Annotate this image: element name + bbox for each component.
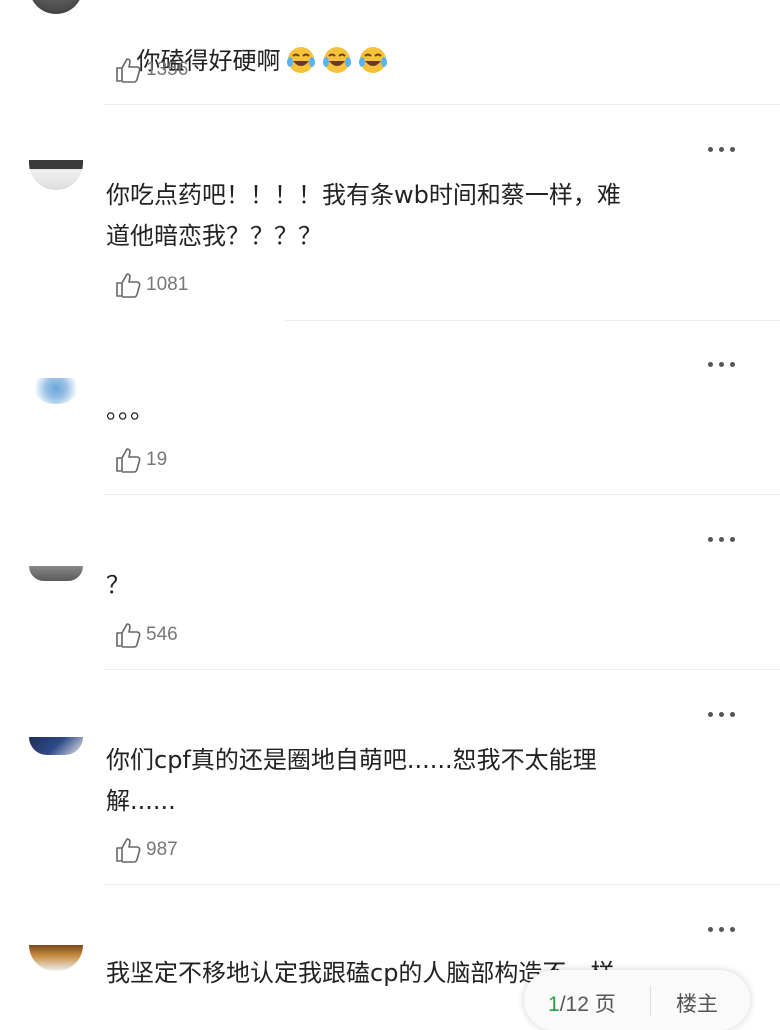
- like-button[interactable]: 19: [114, 445, 167, 475]
- like-count: 546: [146, 624, 178, 645]
- like-count: 987: [146, 839, 178, 860]
- divider: [104, 104, 780, 105]
- more-options-icon[interactable]: [708, 360, 740, 370]
- original-poster-filter-button[interactable]: 楼主: [676, 988, 718, 1018]
- divider: [104, 884, 780, 885]
- divider: [650, 986, 651, 1016]
- thumbs-up-icon: [116, 838, 141, 863]
- avatar[interactable]: [29, 378, 83, 404]
- divider: [104, 669, 780, 670]
- like-count: 1081: [146, 274, 189, 295]
- thumbs-up-icon: [116, 623, 141, 648]
- thumbs-up-icon: [116, 58, 141, 83]
- more-options-icon[interactable]: [708, 535, 740, 545]
- avatar[interactable]: [29, 945, 83, 971]
- comment-text: ？: [106, 571, 130, 599]
- laughing-tears-emoji-icon: [286, 47, 315, 73]
- more-options-icon[interactable]: [708, 925, 740, 935]
- laughing-tears-emoji-icon: [322, 47, 351, 73]
- comment-text: 你们cpf真的还是圈地自萌吧......恕我不太能理 解......: [106, 746, 597, 815]
- divider: [104, 494, 780, 495]
- comment-text: 。。。: [106, 396, 154, 424]
- divider: [285, 320, 780, 321]
- page-indicator[interactable]: 1/12 页: [548, 988, 616, 1018]
- like-button[interactable]: 1081: [114, 270, 188, 300]
- laughing-tears-emoji-icon: [358, 47, 387, 73]
- like-button[interactable]: 1356: [114, 55, 188, 85]
- more-options-icon[interactable]: [708, 710, 740, 720]
- like-count: 1356: [146, 59, 189, 80]
- more-options-icon[interactable]: [708, 145, 740, 155]
- avatar[interactable]: [29, 160, 83, 190]
- thumbs-up-icon: [116, 273, 141, 298]
- avatar[interactable]: [29, 0, 83, 14]
- avatar[interactable]: [29, 566, 83, 581]
- page-navigator[interactable]: 1/12 页 楼主: [524, 970, 750, 1030]
- like-button[interactable]: 987: [114, 835, 178, 865]
- like-button[interactable]: 546: [114, 620, 178, 650]
- total-pages: /12 页: [559, 993, 616, 1016]
- avatar[interactable]: [29, 737, 83, 755]
- comment-text: 你吃点药吧！！！！我有条wb时间和蔡一样，难 道他暗恋我？？？？: [106, 181, 621, 250]
- thumbs-up-icon: [116, 448, 141, 473]
- current-page: 1: [548, 993, 560, 1016]
- like-count: 19: [146, 449, 168, 470]
